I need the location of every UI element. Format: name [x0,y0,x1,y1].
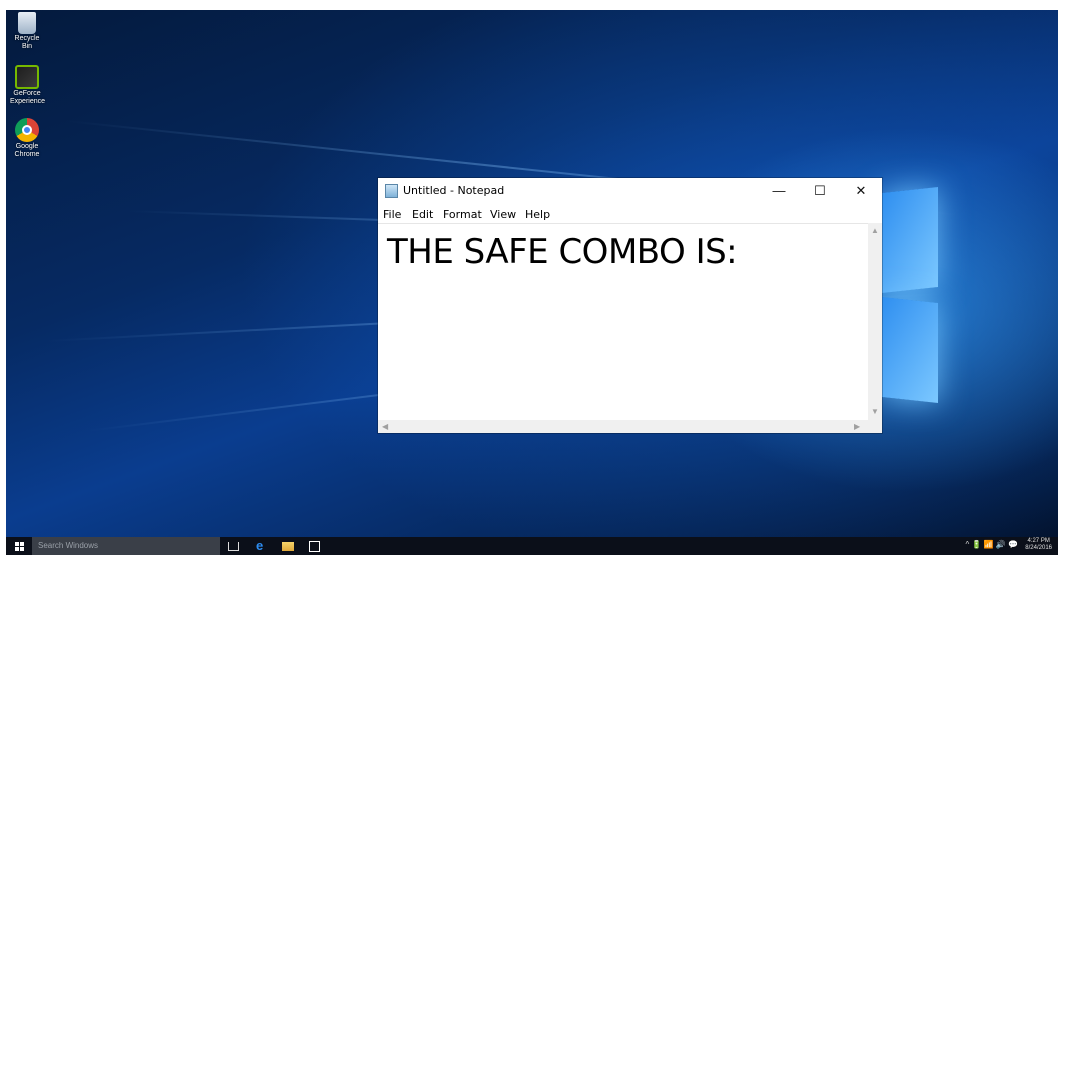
notepad-icon [385,184,398,198]
menu-help[interactable]: Help [525,208,550,221]
title-bar[interactable]: Untitled - Notepad — ☐ ✕ [378,178,882,204]
notepad-window[interactable]: Untitled - Notepad — ☐ ✕ File Edit Forma… [378,178,882,433]
resize-grip[interactable] [868,420,882,433]
editor-content[interactable]: THE SAFE COMBO IS: [387,232,738,272]
recycle-bin-shortcut[interactable]: Recycle Bin [10,12,44,51]
search-input[interactable]: Search Windows [32,537,220,555]
geforce-shortcut[interactable]: GeForce Experience [10,65,46,106]
scroll-down-icon[interactable]: ▼ [871,407,879,416]
chrome-icon [15,118,39,142]
system-tray[interactable]: ^ 🔋 📶 🔊 💬 [966,540,1019,549]
scroll-right-icon[interactable]: ▶ [854,422,860,431]
clock-time: 4:27 PM [1027,538,1050,544]
menu-bar: File Edit Format View Help [378,206,882,222]
desktop-icon-label: GeForce Experience [10,90,46,105]
store-icon[interactable] [309,541,320,552]
menu-format[interactable]: Format [443,208,482,221]
minimize-button[interactable]: — [758,178,800,204]
menu-edit[interactable]: Edit [412,208,433,221]
desktop-icon-label: Recycle Bin [14,35,40,50]
file-explorer-icon[interactable] [282,542,294,551]
windows-icon [15,542,19,546]
windows-logo-pane [882,187,938,293]
text-editor[interactable]: THE SAFE COMBO IS: [378,223,868,421]
taskbar: Search Windows e ^ 🔋 📶 🔊 💬 4:27 PM 8/24/… [6,537,1058,555]
chrome-shortcut[interactable]: Google Chrome [10,118,44,159]
menu-view[interactable]: View [490,208,516,221]
window-title: Untitled - Notepad [403,184,505,197]
menu-file[interactable]: File [383,208,401,221]
windows-logo-pane [882,297,938,403]
maximize-button[interactable]: ☐ [799,178,841,204]
search-placeholder: Search Windows [38,541,99,550]
vertical-scrollbar[interactable]: ▲ ▼ [868,223,882,420]
geforce-icon [15,65,39,89]
desktop-icon-label: Google Chrome [14,143,40,158]
scroll-left-icon[interactable]: ◀ [382,422,388,431]
recycle-bin-icon [18,12,36,34]
scroll-up-icon[interactable]: ▲ [871,226,879,235]
close-button[interactable]: ✕ [840,178,882,204]
clock-date: 8/24/2016 [1025,545,1052,551]
task-view-icon[interactable] [228,542,239,551]
start-button[interactable] [6,537,32,555]
clock[interactable]: 4:27 PM 8/24/2016 [1025,538,1052,552]
horizontal-scrollbar[interactable]: ◀ ▶ [378,420,868,433]
edge-icon[interactable]: e [256,539,268,552]
